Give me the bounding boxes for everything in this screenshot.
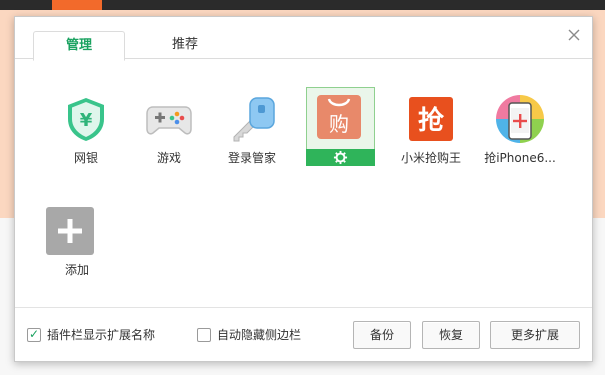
- tab-manage[interactable]: 管理: [33, 31, 125, 61]
- show-names-label: 插件栏显示扩展名称: [47, 328, 156, 342]
- checkmark-icon: ✓: [29, 327, 40, 341]
- gamepad-icon: [146, 106, 192, 135]
- shopping-glyph: 购: [329, 112, 349, 136]
- show-names-checkbox[interactable]: ✓: [27, 327, 41, 342]
- gear-icon[interactable]: [333, 150, 348, 165]
- more-extensions-button[interactable]: 更多扩展: [490, 321, 580, 349]
- restore-button[interactable]: 恢复: [422, 321, 480, 349]
- svg-text:¥: ¥: [80, 110, 93, 131]
- extension-label: 游戏: [156, 151, 181, 165]
- extension-shopping-selected[interactable]: 购: [306, 87, 389, 169]
- extension-games[interactable]: 游戏: [129, 89, 209, 169]
- extension-login-manager[interactable]: 登录管家: [212, 89, 292, 169]
- shield-yen-icon: ¥: [68, 98, 104, 141]
- add-icon: [46, 207, 94, 255]
- extension-manager-dialog: 管理 推荐 ¥ 网银 游戏 登录管家 购 抢 小米抢购王 抢iPhone6...…: [14, 16, 593, 362]
- auto-hide-checkbox[interactable]: [197, 328, 211, 342]
- auto-hide-label: 自动隐藏侧边栏: [217, 328, 302, 342]
- iphone-grab-icon: [496, 95, 544, 143]
- tab-bar: 管理 推荐: [15, 17, 592, 61]
- extension-label: 抢iPhone6...: [484, 151, 556, 165]
- backup-button[interactable]: 备份: [353, 321, 411, 349]
- browser-top-bar: [0, 0, 605, 10]
- tab-recommend[interactable]: 推荐: [140, 31, 230, 59]
- auto-hide-option[interactable]: 自动隐藏侧边栏: [197, 327, 337, 343]
- extension-iphone-grab[interactable]: 抢iPhone6...: [480, 89, 560, 169]
- grab-icon: 抢: [409, 97, 453, 141]
- extension-xiaomi-grab[interactable]: 抢 小米抢购王: [391, 89, 471, 169]
- close-icon[interactable]: [566, 27, 582, 43]
- extension-label: 网银: [73, 151, 98, 165]
- extension-label: 添加: [64, 263, 89, 277]
- extension-online-banking[interactable]: ¥ 网银: [46, 89, 126, 169]
- key-icon: [233, 97, 275, 142]
- add-extension-button[interactable]: 添加: [29, 201, 109, 281]
- extension-label: 小米抢购王: [400, 151, 461, 165]
- footer-divider: [15, 307, 592, 308]
- extension-settings-bar[interactable]: [306, 149, 375, 166]
- extension-label: 登录管家: [227, 151, 276, 165]
- shopping-bag-icon: 购: [317, 95, 361, 139]
- show-names-option[interactable]: ✓ 插件栏显示扩展名称: [27, 327, 187, 343]
- browser-tab-accent: [52, 0, 102, 10]
- grab-glyph: 抢: [418, 105, 445, 136]
